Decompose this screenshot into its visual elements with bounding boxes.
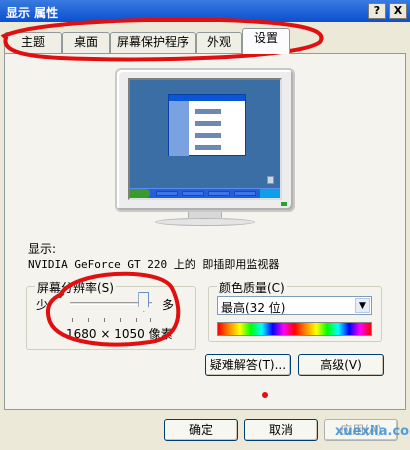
ok-button[interactable]: 确定 [164,419,238,441]
recycle-bin-icon [267,176,274,184]
color-quality-group-label: 颜色质量(C) [217,279,287,296]
tab-strip: 主题 桌面 屏幕保护程序 外观 设置 [0,28,410,54]
tab-appearance[interactable]: 外观 [196,32,242,53]
tab-settings[interactable]: 设置 [242,28,290,54]
help-button[interactable]: ? [368,3,386,19]
annotation-dot [262,392,268,398]
power-light-icon [281,202,287,206]
troubleshoot-button[interactable]: 疑难解答(T)... [205,354,291,376]
monitor-screen [128,78,282,200]
color-spectrum-bar [217,322,372,336]
preview-taskbar [130,188,280,198]
tab-themes[interactable]: 主题 [4,32,62,53]
monitor-preview [115,68,295,212]
tab-desktop[interactable]: 桌面 [62,32,110,53]
tab-screensaver[interactable]: 屏幕保护程序 [110,32,196,53]
cancel-button[interactable]: 取消 [244,419,318,441]
window-title: 显示 属性 [6,6,59,20]
color-quality-value: 最高(32 位) [221,301,286,315]
resolution-group-label: 屏幕分辨率(S) [35,279,116,296]
resolution-max-label: 多 [162,298,175,312]
display-label: 显示: [28,242,57,256]
advanced-button[interactable]: 高级(V) [298,354,384,376]
preview-window [168,94,246,156]
monitor-stand-base [155,218,255,226]
resolution-min-label: 少 [36,298,49,312]
start-icon [130,189,150,198]
watermark: xuexila.com [335,424,410,439]
display-device: NVIDIA GeForce GT 220 上的 即插即用监视器 [28,258,280,271]
close-button[interactable]: X [389,3,407,19]
color-quality-select[interactable]: 最高(32 位) ▼ [217,296,372,315]
title-bar: 显示 属性 ? X [0,0,410,22]
chevron-down-icon[interactable]: ▼ [355,298,370,313]
resolution-value: 1680 × 1050 像素 [66,327,173,341]
